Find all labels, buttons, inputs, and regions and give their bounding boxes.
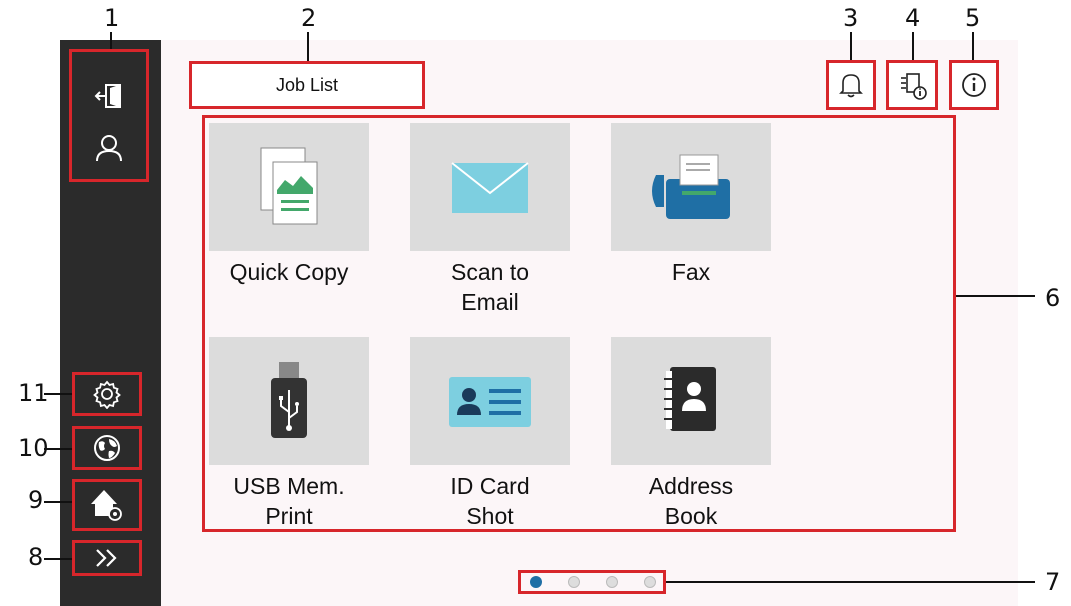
tile-label: Scan to Email: [451, 259, 529, 315]
callout-7: 7: [1045, 568, 1061, 596]
leader-line-11: [44, 393, 74, 395]
leader-line-3: [850, 32, 852, 60]
tile-label: Fax: [671, 259, 711, 285]
tile-label: USB Mem. Print: [233, 473, 345, 529]
logout-icon[interactable]: [89, 78, 129, 114]
job-list-button[interactable]: Job List: [192, 64, 422, 106]
usb-icon: [209, 337, 369, 465]
page-dot-3[interactable]: [606, 576, 618, 588]
id-card-icon: [410, 337, 570, 465]
callout-1: 1: [104, 4, 120, 32]
leader-line-5: [972, 32, 974, 60]
copy-icon: [209, 123, 369, 251]
fax-icon: [611, 123, 771, 251]
tile-label: ID Card Shot: [450, 473, 530, 529]
tile-id-card-shot[interactable]: ID Card Shot: [410, 337, 570, 531]
leader-line-9: [44, 501, 74, 503]
bell-icon[interactable]: [829, 63, 873, 107]
envelope-icon: [410, 123, 570, 251]
callout-3: 3: [843, 4, 859, 32]
globe-icon[interactable]: [78, 432, 136, 464]
callout-6: 6: [1045, 284, 1061, 312]
tile-address-book[interactable]: Address Book: [611, 337, 771, 531]
leader-line-8: [44, 558, 74, 560]
tile-fax[interactable]: Fax: [611, 123, 771, 287]
expand-chevrons-icon[interactable]: [78, 544, 136, 572]
machine-info-icon[interactable]: [889, 63, 935, 107]
leader-line-6: [955, 295, 1035, 297]
callout-8: 8: [28, 543, 44, 571]
page-dot-2[interactable]: [568, 576, 580, 588]
callout-2: 2: [301, 4, 317, 32]
callout-9: 9: [28, 486, 44, 514]
tile-scan-to-email[interactable]: Scan to Email: [410, 123, 570, 317]
callout-5: 5: [965, 4, 981, 32]
leader-line-4: [912, 32, 914, 60]
tile-quick-copy[interactable]: Quick Copy: [209, 123, 369, 287]
address-book-icon: [611, 337, 771, 465]
tile-label: Quick Copy: [229, 259, 349, 285]
settings-gear-icon[interactable]: [78, 378, 136, 410]
leader-line-10: [44, 448, 74, 450]
leader-line-7: [665, 581, 1035, 583]
leader-line-1: [110, 32, 112, 50]
user-icon[interactable]: [89, 130, 129, 166]
tile-label: Address Book: [648, 473, 734, 529]
leader-line-2: [307, 32, 309, 62]
home-settings-icon[interactable]: [78, 484, 136, 526]
page-dot-1[interactable]: [530, 576, 542, 588]
callout-4: 4: [905, 4, 921, 32]
page-dot-4[interactable]: [644, 576, 656, 588]
tile-usb-mem-print[interactable]: USB Mem. Print: [209, 337, 369, 531]
info-icon[interactable]: [952, 63, 996, 107]
